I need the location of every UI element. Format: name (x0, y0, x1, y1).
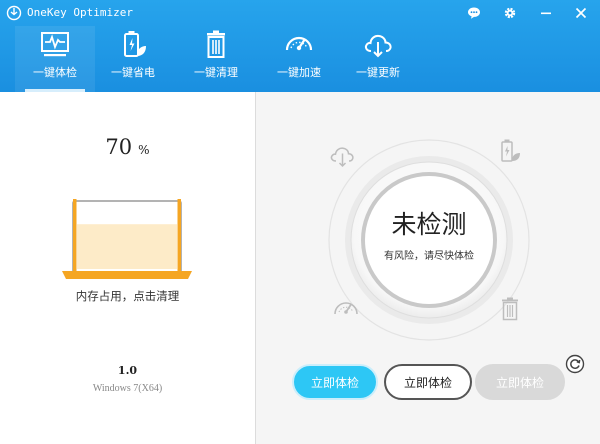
laptop-frame-right (177, 199, 181, 273)
nav-label: 一键体检 (33, 66, 77, 79)
cloud-download-icon (330, 147, 354, 168)
settings-button[interactable] (499, 3, 521, 23)
nav-label: 一键更新 (356, 66, 400, 79)
os-info: Windows 7(X64) (92, 383, 163, 394)
battery-leaf-icon (501, 139, 520, 162)
checkup-panel: 未检测 有风险，请尽快体检 立即体检 立即体检 立即体检 (256, 92, 600, 444)
close-button[interactable] (570, 3, 592, 23)
trash-icon (502, 297, 518, 321)
memory-fill-level (77, 224, 177, 269)
main-nav: 一键体检 一键省电 一键清理 一键加速 一键更新 (0, 26, 600, 92)
memory-hint[interactable]: 内存占用，点击清理 (0, 288, 255, 304)
speedometer-icon (334, 302, 358, 315)
nav-label: 一键加速 (277, 66, 321, 79)
nav-item-speedup[interactable]: 一键加速 (259, 26, 339, 92)
refresh-icon[interactable] (565, 354, 585, 374)
titlebar[interactable]: OneKey Optimizer (0, 0, 600, 26)
laptop-memory-gauge[interactable] (62, 199, 192, 279)
status-subtitle: 有风险，请尽快体检 (384, 251, 474, 262)
speedometer-icon (285, 36, 313, 51)
laptop-frame-left (73, 199, 77, 273)
laptop-base (62, 271, 192, 279)
chat-icon (468, 7, 480, 19)
status-title: 未检测 (391, 210, 467, 239)
gear-icon (504, 7, 516, 19)
memory-unit: % (138, 143, 150, 157)
nav-label: 一键省电 (111, 66, 155, 79)
nav-item-power-save[interactable]: 一键省电 (93, 26, 173, 92)
cloud-download-icon (364, 34, 392, 58)
trash-icon (207, 30, 225, 58)
header: OneKey Optimizer 一键体检 一键省电 一键清理 一键加速 一键更… (0, 0, 600, 92)
memory-panel: 70% 内存占用，点击清理 1.0 Windows 7(X64) (0, 92, 255, 444)
minimize-icon (541, 12, 551, 15)
nav-label: 一键清理 (194, 66, 238, 79)
app-title: OneKey Optimizer (27, 6, 133, 19)
nav-item-checkup[interactable]: 一键体检 (15, 26, 95, 92)
memory-value: 70% (0, 135, 255, 159)
start-checkup-button-disabled: 立即体检 (475, 364, 565, 400)
app-logo-icon (6, 5, 22, 21)
start-checkup-button-outline[interactable]: 立即体检 (384, 364, 472, 400)
battery-leaf-icon (124, 31, 146, 57)
app-version: 1.0 (117, 364, 138, 377)
chat-button[interactable] (463, 3, 485, 23)
minimize-button[interactable] (535, 3, 557, 23)
start-checkup-button-primary[interactable]: 立即体检 (292, 364, 378, 400)
nav-item-update[interactable]: 一键更新 (338, 26, 418, 92)
monitor-pulse-icon (41, 32, 69, 57)
memory-percent: 70 (105, 135, 133, 159)
close-icon (575, 7, 587, 19)
nav-item-clean[interactable]: 一键清理 (176, 26, 256, 92)
